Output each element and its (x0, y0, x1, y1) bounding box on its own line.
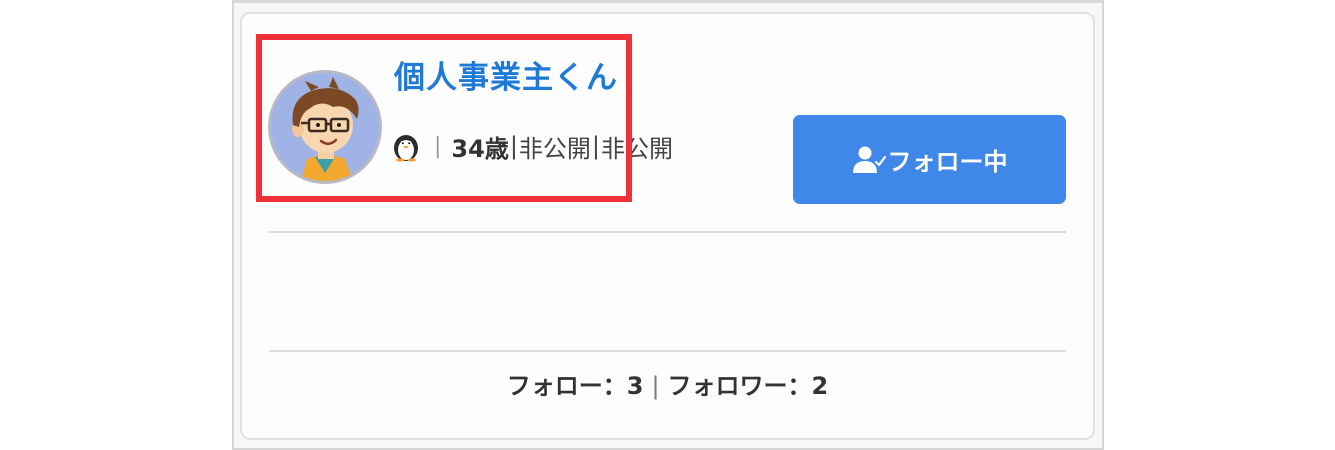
divider (269, 350, 1066, 352)
follow-stats: フォロー：3 | フォロワー：2 (240, 366, 1095, 401)
divider (269, 231, 1066, 233)
followers-label: フォロワー： (667, 372, 812, 400)
following-stat-link[interactable]: フォロー：3 (507, 372, 644, 400)
followers-stat-link[interactable]: フォロワー：2 (668, 372, 829, 400)
followers-count: 2 (811, 372, 829, 400)
stats-divider: | (651, 372, 660, 400)
following-button-label: フォロー中 (887, 148, 1008, 176)
following-label: フォロー： (506, 372, 627, 400)
following-count: 3 (626, 372, 644, 400)
user-check-icon (852, 146, 886, 173)
highlight-annotation (256, 34, 632, 202)
following-button[interactable]: フォロー中 (793, 115, 1066, 204)
